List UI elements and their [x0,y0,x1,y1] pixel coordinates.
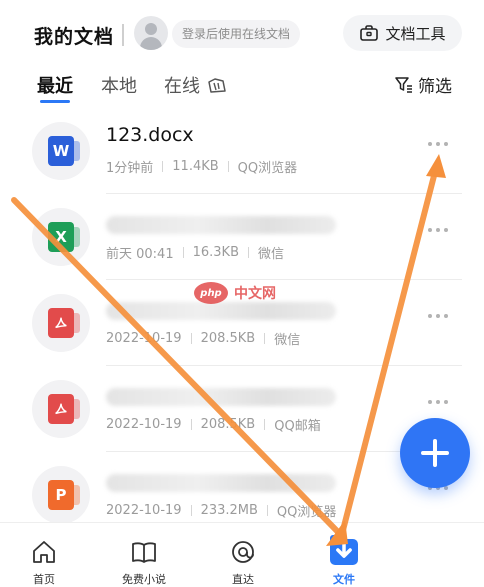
avatar[interactable] [134,16,168,50]
filter-icon [395,76,412,93]
file-row[interactable]: W 123.docx 1分钟前 11.4KB QQ浏览器 [0,108,484,194]
meta-divider [162,161,164,172]
pdf-file-tile [48,394,80,424]
tab-local[interactable]: 本地 [101,72,137,98]
file-time: 2022-10-19 [106,503,182,518]
file-source: 微信 [258,247,285,262]
bottom-nav: 首页 免费小说 直达 文件 [0,522,484,586]
meta-divider [264,333,266,344]
more-options-icon[interactable] [428,228,448,232]
pdf-file-icon [32,380,90,438]
meta-divider [182,247,184,258]
word-doc-letter: W [48,136,80,166]
nav-files-label: 文件 [333,573,355,586]
file-name-redacted [106,302,336,320]
pdf-symbol-icon [55,317,67,329]
file-meta: 2022-10-19 208.5KB 微信 [106,329,300,348]
meta-divider [266,505,268,516]
nav-home-label: 首页 [33,573,55,586]
file-source: QQ浏览器 [237,161,298,176]
meta-divider [248,247,249,258]
file-name: 123.docx [106,124,194,146]
nav-zhida[interactable]: 直达 [198,537,288,587]
book-icon [132,542,156,563]
meta-divider [190,333,192,344]
file-size: 233.2MB [200,503,258,518]
file-meta: 2022-10-19 208.5KB QQ邮箱 [106,415,321,434]
avatar-body-icon [140,37,162,50]
tab-bar: 最近 本地 在线 筛选 [0,64,484,108]
file-meta: 1分钟前 11.4KB QQ浏览器 [106,157,297,176]
file-time: 2022-10-19 [106,417,182,432]
meta-divider [190,419,192,430]
login-prompt-button[interactable]: 登录后使用在线文档 [172,20,301,48]
active-tab-indicator [40,100,70,103]
home-icon [33,541,55,563]
watermark-badge: php [194,282,228,304]
page-title: 我的文档 [34,26,115,48]
nav-free-novel-label: 免费小说 [122,573,166,586]
file-source: QQ浏览器 [276,505,337,520]
excel-sheet-icon: X [32,208,90,266]
file-source: QQ邮箱 [274,419,321,434]
ppt-file-letter: P [48,480,80,510]
ppt-file-icon: P [32,466,90,524]
excel-sheet-letter: X [48,222,80,252]
meta-divider [190,505,192,516]
header-bar: 我的文档 登录后使用在线文档 文档工具 [0,0,484,66]
file-name-redacted [106,388,336,406]
file-time: 2022-10-19 [106,331,182,346]
file-size: 16.3KB [192,245,239,260]
briefcase-icon [360,25,379,41]
nav-zhida-label: 直达 [232,573,254,586]
file-meta: 前天 00:41 16.3KB 微信 [106,243,284,262]
watermark-text: 中文网 [234,286,276,302]
file-name-redacted [106,216,336,234]
at-search-icon [232,541,254,563]
more-options-icon[interactable] [428,314,448,318]
filter-button[interactable]: 筛选 [394,72,452,97]
more-options-icon[interactable] [428,142,448,146]
file-size: 208.5KB [200,331,256,346]
file-name-redacted [106,474,336,492]
tab-online[interactable]: 在线 [164,72,200,98]
file-time: 1分钟前 [106,161,154,176]
word-doc-icon: W [32,122,90,180]
file-row[interactable]: X 前天 00:41 16.3KB 微信 [0,194,484,280]
add-document-button[interactable] [400,418,470,488]
file-source: 微信 [274,333,301,348]
folder-download-icon [330,535,358,565]
file-meta: 2022-10-19 233.2MB QQ浏览器 [106,501,336,520]
document-tools-button[interactable]: 文档工具 [343,15,462,51]
avatar-head-icon [145,23,157,35]
nav-files[interactable]: 文件 [299,535,389,587]
meta-divider [264,419,266,430]
file-size: 11.4KB [172,159,219,174]
file-time: 前天 00:41 [106,247,174,262]
pdf-symbol-icon [55,403,67,415]
plus-icon [421,439,449,467]
pdf-file-icon [32,294,90,352]
meta-divider [227,161,229,172]
filter-label: 筛选 [418,77,452,97]
more-options-icon[interactable] [428,400,448,404]
file-size: 208.5KB [200,417,256,432]
pdf-file-tile [48,308,80,338]
nav-home[interactable]: 首页 [0,537,89,587]
cloud-doc-icon [208,78,226,93]
title-divider [122,24,124,46]
tab-recent[interactable]: 最近 [37,72,73,98]
nav-free-novel[interactable]: 免费小说 [99,537,189,587]
document-tools-label: 文档工具 [385,24,446,43]
watermark-logo: php 中文网 [194,282,276,304]
